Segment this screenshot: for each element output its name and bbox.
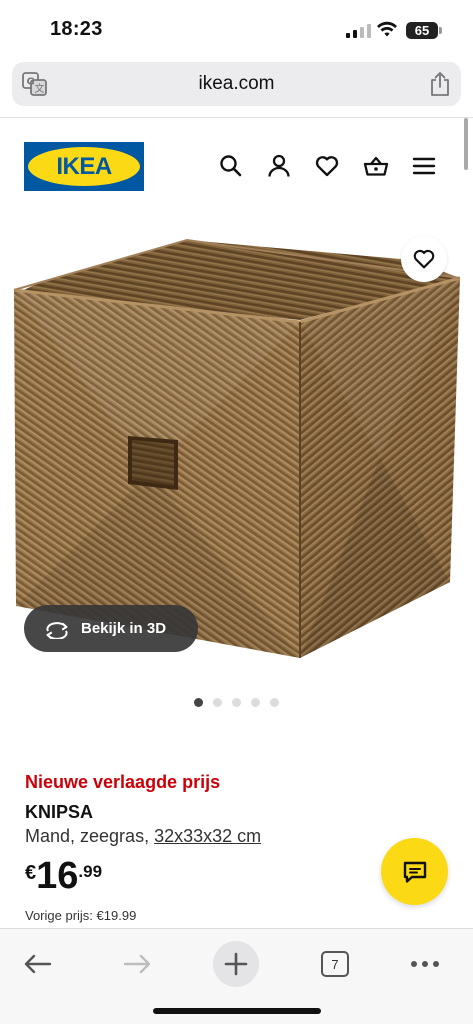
heart-icon bbox=[413, 249, 435, 269]
more-icon bbox=[411, 961, 439, 967]
chat-button[interactable] bbox=[381, 838, 448, 905]
carousel-dot-5[interactable] bbox=[270, 698, 279, 707]
product-dimensions-link[interactable]: 32x33x32 cm bbox=[154, 826, 261, 846]
back-icon bbox=[24, 954, 52, 974]
previous-price: Vorige prijs: €19.99 bbox=[25, 908, 137, 923]
logo-oval: IKEA bbox=[28, 147, 140, 186]
address-bar[interactable]: G 文 ikea.com bbox=[12, 62, 461, 106]
battery-tip bbox=[439, 27, 442, 34]
view-in-3d-label: Bekijk in 3D bbox=[81, 620, 167, 637]
status-time: 18:23 bbox=[50, 18, 103, 40]
product-price: € 16 .99 bbox=[25, 856, 102, 896]
menu-icon[interactable] bbox=[411, 153, 437, 179]
new-tab-button[interactable] bbox=[213, 941, 259, 987]
ikea-logo[interactable]: IKEA bbox=[24, 142, 144, 191]
price-decimals: .99 bbox=[78, 862, 103, 881]
product-description: Mand, zeegras, 32x33x32 cm bbox=[25, 826, 261, 847]
carousel-dot-4[interactable] bbox=[251, 698, 260, 707]
rotate-3d-icon bbox=[46, 621, 68, 639]
add-to-favourites-button[interactable] bbox=[401, 236, 447, 282]
battery-icon: 65 bbox=[406, 22, 438, 39]
tabs-button[interactable]: 7 bbox=[312, 941, 358, 987]
heart-icon[interactable] bbox=[314, 153, 340, 179]
price-integer: 16 bbox=[36, 855, 79, 897]
carousel-dot-1[interactable] bbox=[194, 698, 203, 707]
wifi-icon bbox=[377, 21, 397, 37]
more-button[interactable] bbox=[402, 941, 448, 987]
forward-icon bbox=[123, 954, 151, 974]
tabs-icon: 7 bbox=[321, 951, 349, 977]
back-button[interactable] bbox=[15, 941, 61, 987]
chat-icon bbox=[403, 861, 426, 883]
logo-text: IKEA bbox=[56, 152, 112, 180]
search-icon[interactable] bbox=[218, 153, 244, 179]
url-host[interactable]: ikea.com bbox=[12, 73, 461, 95]
promo-label: Nieuwe verlaagde prijs bbox=[25, 772, 221, 792]
product-type: Mand, zeegras, bbox=[25, 826, 150, 846]
carousel-dot-3[interactable] bbox=[232, 698, 241, 707]
carousel-dot-2[interactable] bbox=[213, 698, 222, 707]
home-indicator[interactable] bbox=[153, 1008, 321, 1014]
basket-icon[interactable] bbox=[363, 153, 389, 179]
view-in-3d-button[interactable]: Bekijk in 3D bbox=[24, 605, 198, 652]
share-icon[interactable] bbox=[429, 71, 451, 97]
status-bar: 18:23 65 bbox=[0, 0, 473, 58]
user-icon[interactable] bbox=[266, 153, 292, 179]
carousel-pagination bbox=[0, 698, 473, 707]
price-currency: € bbox=[25, 862, 37, 884]
plus-icon bbox=[224, 952, 248, 976]
product-name: KNIPSA bbox=[25, 802, 94, 822]
cellular-signal-icon bbox=[346, 24, 371, 38]
screen: 18:23 65 G 文 ikea.com IKEA Bekijk in 3D … bbox=[0, 0, 473, 1024]
forward-button[interactable] bbox=[114, 941, 160, 987]
page-scrollbar[interactable] bbox=[464, 118, 468, 170]
toolbar-divider bbox=[0, 117, 473, 118]
